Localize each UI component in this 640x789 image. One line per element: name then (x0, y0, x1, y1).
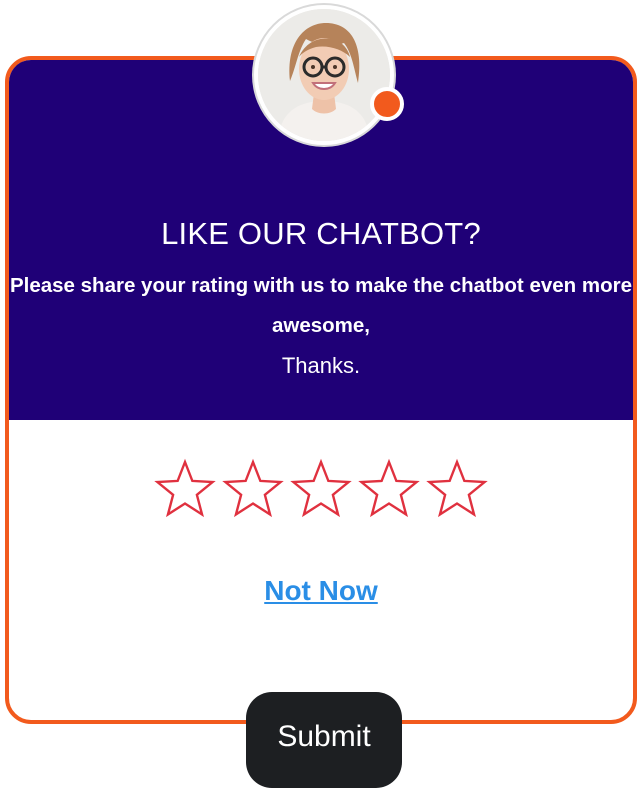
agent-avatar-icon (254, 5, 394, 145)
star-4-icon[interactable] (358, 458, 420, 520)
submit-button[interactable]: Submit (246, 692, 402, 788)
star-3-icon[interactable] (290, 458, 352, 520)
dialog-title: LIKE OUR CHATBOT? (161, 216, 481, 251)
rating-card: LIKE OUR CHATBOT? Please share your rati… (5, 56, 637, 724)
online-status-dot (370, 87, 404, 121)
star-5-icon[interactable] (426, 458, 488, 520)
rating-dialog: LIKE OUR CHATBOT? Please share your rati… (0, 0, 640, 789)
agent-avatar-wrapper (254, 5, 404, 145)
dialog-thanks: Thanks. (281, 353, 361, 378)
star-2-icon[interactable] (222, 458, 284, 520)
not-now-link[interactable]: Not Now (264, 575, 378, 606)
star-rating (9, 458, 633, 520)
not-now-container: Not Now (9, 575, 633, 607)
star-1-icon[interactable] (154, 458, 216, 520)
dialog-message: Please share your rating with us to make… (9, 274, 633, 337)
